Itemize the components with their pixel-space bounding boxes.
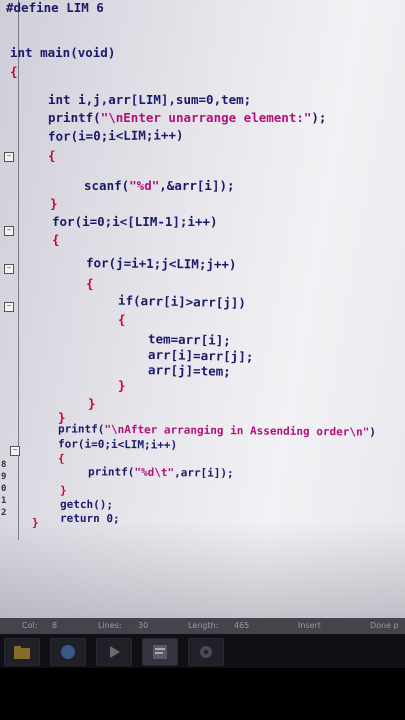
code-line[interactable]: } bbox=[88, 396, 96, 411]
code-token: #define LIM 6 bbox=[6, 0, 104, 15]
code-token: printf( bbox=[48, 110, 101, 125]
code-line[interactable]: { bbox=[86, 276, 94, 291]
code-token: getch(); bbox=[59, 497, 114, 512]
media-player-icon bbox=[110, 646, 120, 658]
code-token: tem=arr[i]; bbox=[147, 331, 231, 348]
code-token: int main(void) bbox=[10, 45, 116, 60]
status-bar: Col: 8 Lines: 30 Length: 465 Insert Done… bbox=[0, 618, 405, 634]
fold-toggle-icon[interactable]: − bbox=[10, 446, 20, 456]
line-number: 9 bbox=[1, 472, 7, 482]
code-line[interactable]: for(i=0;i<LIM;i++) bbox=[58, 437, 177, 451]
status-lines-label: Lines: bbox=[98, 621, 122, 630]
code-line[interactable]: getch(); bbox=[60, 498, 113, 512]
code-token: for(j=i+1;j<LIM;j++) bbox=[85, 255, 237, 272]
code-token: { bbox=[10, 64, 18, 79]
code-token: "\nAfter arranging in Assending order\n" bbox=[104, 422, 370, 439]
code-token: if(arr[i]>arr[j]) bbox=[117, 292, 247, 311]
code-token: { bbox=[85, 275, 94, 292]
code-line[interactable]: #define LIM 6 bbox=[6, 0, 104, 15]
code-line[interactable]: printf("\nAfter arranging in Assending o… bbox=[58, 422, 376, 438]
fold-toggle-icon[interactable]: − bbox=[4, 152, 14, 162]
code-token: { bbox=[52, 232, 60, 247]
code-token: } bbox=[50, 196, 58, 211]
fold-toggle-icon[interactable]: − bbox=[4, 226, 14, 236]
taskbar bbox=[0, 634, 405, 668]
code-line[interactable]: { bbox=[118, 312, 126, 327]
settings-icon bbox=[200, 646, 212, 658]
code-token: } bbox=[117, 377, 126, 394]
fold-toggle-icon[interactable]: − bbox=[4, 264, 14, 274]
status-length-label: Length: bbox=[188, 621, 219, 630]
code-line[interactable]: return 0; bbox=[60, 512, 120, 526]
taskbar-app-button-active[interactable] bbox=[142, 638, 178, 666]
code-line[interactable]: { bbox=[10, 64, 18, 79]
line-number: 8 bbox=[1, 460, 7, 470]
code-line[interactable]: } bbox=[60, 484, 67, 497]
code-token: for(i=0;i<LIM;i++) bbox=[57, 437, 178, 452]
code-token: } bbox=[87, 395, 96, 412]
taskbar-app-button[interactable] bbox=[50, 638, 86, 666]
status-state: Done p bbox=[370, 621, 399, 630]
code-token: "\nEnter unarrange element:" bbox=[100, 110, 312, 125]
status-col-label: Col: bbox=[22, 621, 38, 630]
code-line[interactable]: for(i=0;i<LIM;i++) bbox=[48, 127, 184, 143]
code-line[interactable]: for(i=0;i<[LIM-1];i++) bbox=[52, 214, 218, 229]
line-number: 2 bbox=[1, 508, 7, 518]
status-mode: Insert bbox=[298, 621, 321, 630]
code-token: scanf( bbox=[84, 178, 130, 193]
editor-icon bbox=[153, 645, 167, 659]
code-line[interactable]: { bbox=[48, 148, 56, 163]
code-token: ) bbox=[369, 425, 376, 439]
code-token: for(i=0;i<[LIM-1];i++) bbox=[52, 214, 218, 229]
code-token: } bbox=[59, 483, 67, 498]
code-token: { bbox=[117, 311, 126, 328]
code-line[interactable]: tem=arr[i]; bbox=[148, 331, 231, 348]
code-token: printf( bbox=[87, 465, 135, 479]
code-token: ); bbox=[311, 110, 327, 125]
code-line[interactable]: arr[j]=tem; bbox=[148, 362, 231, 379]
folder-icon bbox=[14, 646, 30, 659]
code-token: ,arr[i]); bbox=[174, 466, 234, 480]
status-col-value: 8 bbox=[52, 621, 58, 630]
code-token: printf( bbox=[57, 422, 105, 436]
taskbar-app-button[interactable] bbox=[96, 638, 132, 666]
code-editor-window: − − − − − #define LIM 6 int main(void) { in… bbox=[0, 0, 405, 630]
code-line[interactable]: if(arr[i]>arr[j]) bbox=[118, 293, 246, 311]
code-line[interactable]: } bbox=[50, 196, 58, 211]
code-line[interactable]: printf("%d\t",arr[i]); bbox=[88, 465, 234, 480]
code-token: { bbox=[57, 451, 65, 466]
code-token: { bbox=[48, 148, 56, 163]
code-line[interactable]: for(j=i+1;j<LIM;j++) bbox=[86, 255, 237, 272]
code-token: ,&arr[i]); bbox=[159, 178, 235, 193]
code-token: for(i=0;i<LIM;i++) bbox=[47, 127, 184, 144]
code-line[interactable]: scanf("%d",&arr[i]); bbox=[84, 178, 235, 193]
code-line[interactable]: { bbox=[52, 232, 60, 247]
status-lines-value: 30 bbox=[138, 621, 149, 630]
line-number: 0 bbox=[1, 484, 7, 494]
code-token: arr[j]=tem; bbox=[147, 362, 231, 379]
fold-toggle-icon[interactable]: − bbox=[4, 302, 14, 312]
code-token: "%d\t" bbox=[134, 465, 175, 480]
code-token: } bbox=[32, 516, 39, 529]
status-length-value: 465 bbox=[234, 621, 250, 630]
code-token: int i,j,arr[LIM],sum=0,tem; bbox=[48, 92, 252, 107]
code-line[interactable]: } bbox=[118, 378, 126, 393]
line-number: 1 bbox=[1, 496, 7, 506]
code-line[interactable]: int main(void) bbox=[10, 45, 115, 60]
code-line[interactable]: { bbox=[58, 452, 65, 465]
code-line[interactable]: int i,j,arr[LIM],sum=0,tem; bbox=[48, 92, 251, 107]
browser-icon bbox=[61, 645, 75, 659]
code-line[interactable]: printf("\nEnter unarrange element:"); bbox=[48, 110, 326, 125]
code-line[interactable]: } bbox=[32, 516, 39, 529]
taskbar-app-button[interactable] bbox=[188, 638, 224, 666]
code-token: "%d" bbox=[129, 178, 160, 193]
code-token: return 0; bbox=[59, 511, 120, 526]
taskbar-app-button[interactable] bbox=[4, 638, 40, 666]
